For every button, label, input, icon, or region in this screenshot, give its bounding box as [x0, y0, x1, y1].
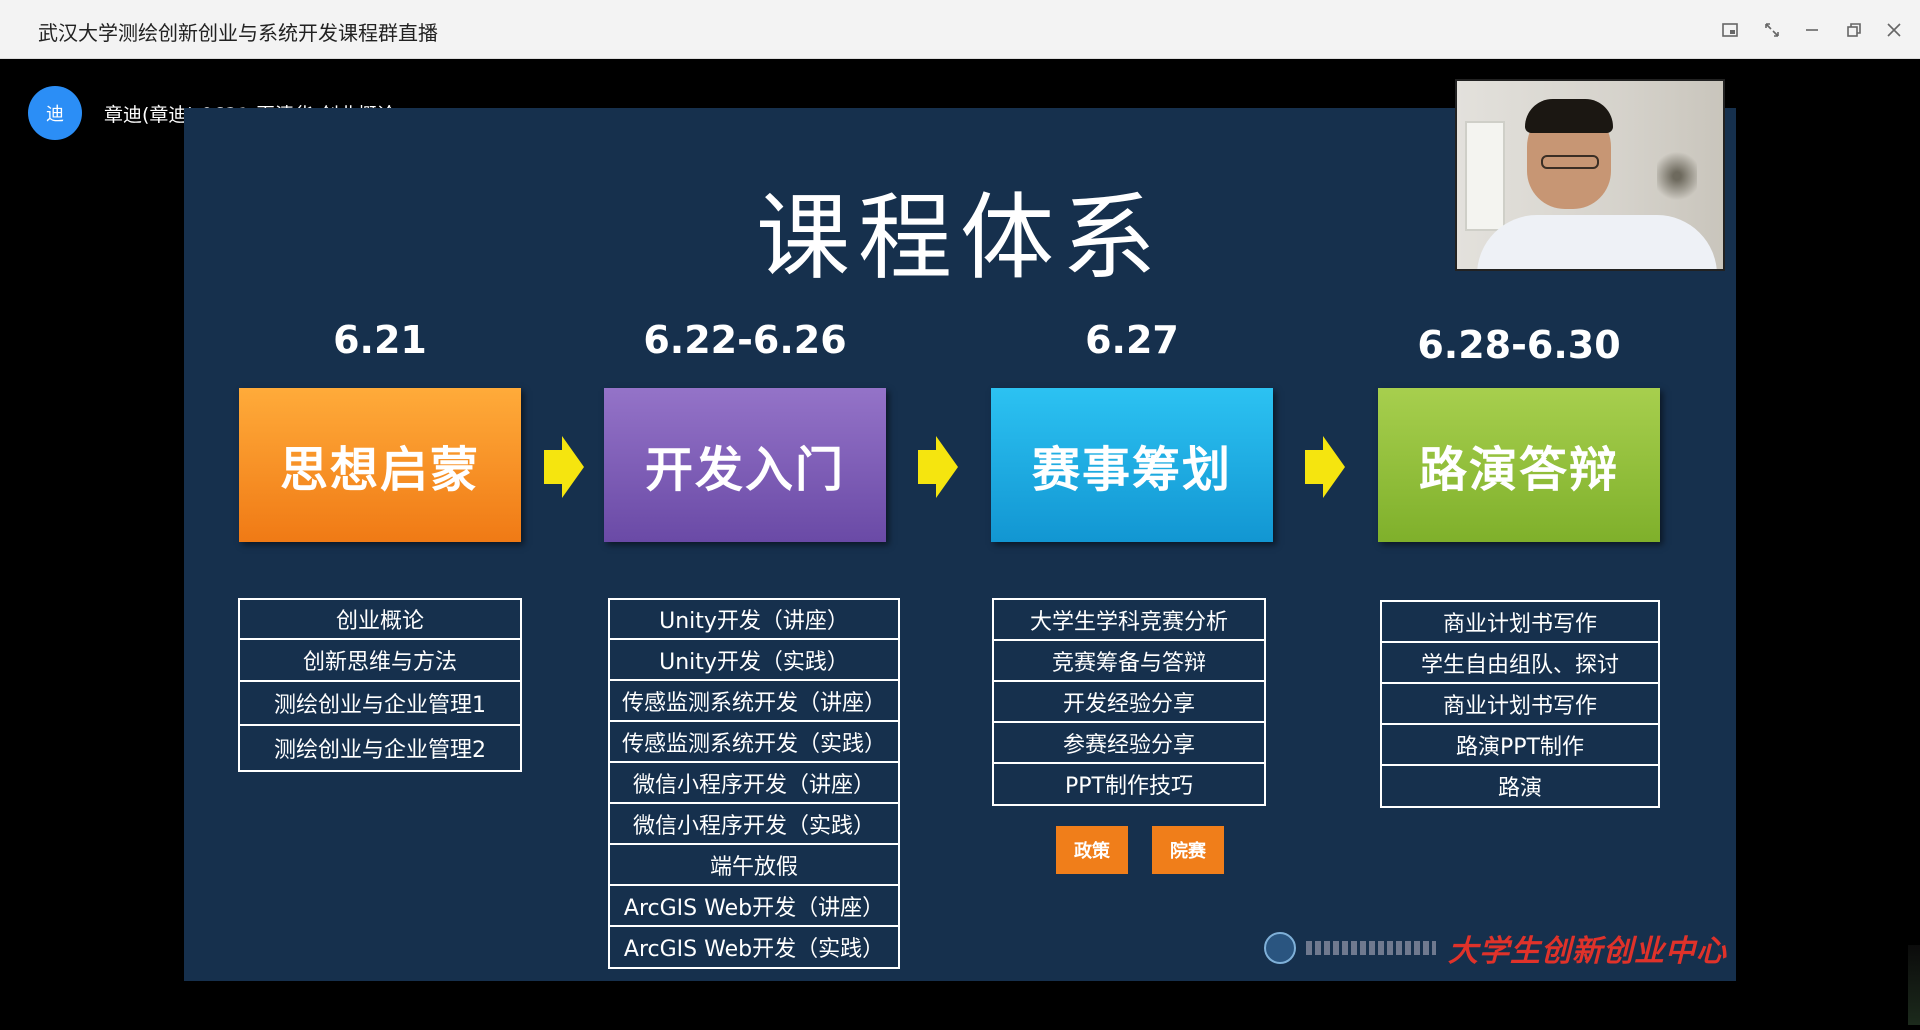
pip-icon[interactable] [1714, 14, 1746, 46]
column-date-3: 6.27 [1085, 318, 1179, 362]
expand-arrows-icon [1765, 23, 1779, 37]
list-item: 微信小程序开发（实践） [610, 804, 898, 845]
list-item: 测绘创业与企业管理2 [274, 738, 486, 763]
close-button[interactable] [1878, 14, 1910, 46]
tag-policy: 政策 [1056, 826, 1128, 874]
list-item: 竞赛筹备与答辩 [994, 641, 1264, 682]
avatar[interactable]: 迪 [28, 86, 82, 140]
presenter-webcam[interactable] [1455, 79, 1725, 271]
list-item: ArcGIS Web开发（讲座） [610, 886, 898, 927]
column-date-1: 6.21 [333, 318, 427, 362]
course-list-2: Unity开发（讲座） Unity开发（实践） 传感监测系统开发（讲座） 传感监… [608, 598, 900, 969]
university-seal-icon [1264, 932, 1296, 964]
list-item: 传感监测系统开发（讲座） [610, 681, 898, 722]
innovation-center-logo: 大学生创新创业中心 [1448, 934, 1727, 969]
presenter-hair [1525, 99, 1613, 133]
arrow-right-icon [544, 436, 584, 498]
list-item: 参赛经验分享 [994, 723, 1264, 764]
school-logo-text [1306, 941, 1436, 955]
stage-box-3: 赛事筹划 [991, 388, 1273, 542]
list-item: 商业计划书写作 [1382, 684, 1658, 725]
list-item: 创业概论 [240, 600, 520, 640]
arrow-right-icon [918, 436, 958, 498]
list-item: 微信小程序开发（讲座） [610, 763, 898, 804]
webcam-plant [1657, 141, 1697, 211]
presenter-glasses [1541, 155, 1599, 169]
minimize-button[interactable] [1796, 14, 1828, 46]
list-item: 大学生学科竞赛分析 [994, 600, 1264, 641]
list-item: PPT制作技巧 [1065, 774, 1193, 799]
pip-icon-glyph [1722, 23, 1738, 37]
webcam-window [1465, 121, 1505, 231]
arrow-right-icon [1305, 436, 1345, 498]
column-date-2: 6.22-6.26 [643, 318, 847, 362]
list-item: 商业计划书写作 [1382, 602, 1658, 643]
stage-box-1: 思想启蒙 [239, 388, 521, 542]
slide-logos: 大学生创新创业中心 [1264, 926, 1727, 970]
restore-icon [1847, 23, 1861, 37]
course-list-1: 创业概论 创新思维与方法 测绘创业与企业管理1 测绘创业与企业管理2 [238, 598, 522, 772]
course-list-4: 商业计划书写作 学生自由组队、探讨 商业计划书写作 路演PPT制作 路演 [1380, 600, 1660, 808]
window-title: 武汉大学测绘创新创业与系统开发课程群直播 [38, 21, 438, 45]
close-icon [1887, 23, 1901, 37]
tag-college-contest: 院赛 [1152, 826, 1224, 874]
list-item: Unity开发（实践） [610, 640, 898, 681]
list-item: 路演PPT制作 [1382, 725, 1658, 766]
list-item: ArcGIS Web开发（实践） [623, 937, 885, 962]
course-list-3: 大学生学科竞赛分析 竞赛筹备与答辩 开发经验分享 参赛经验分享 PPT制作技巧 [992, 598, 1266, 806]
minimize-icon [1806, 29, 1818, 31]
list-item: 传感监测系统开发（实践） [610, 722, 898, 763]
window-titlebar: 武汉大学测绘创新创业与系统开发课程群直播 [0, 0, 1920, 59]
stage-box-4: 路演答辩 [1378, 388, 1660, 542]
list-item: 开发经验分享 [994, 682, 1264, 723]
presenter-shirt [1477, 215, 1717, 269]
restore-button[interactable] [1838, 14, 1870, 46]
list-item: 端午放假 [610, 845, 898, 886]
audio-level-meter [1908, 945, 1920, 1025]
list-item: 创新思维与方法 [240, 640, 520, 682]
column-date-4: 6.28-6.30 [1417, 323, 1621, 367]
stage-box-2: 开发入门 [604, 388, 886, 542]
list-item: 测绘创业与企业管理1 [240, 682, 520, 726]
list-item: Unity开发（讲座） [610, 600, 898, 640]
fullscreen-icon[interactable] [1756, 14, 1788, 46]
list-item: 学生自由组队、探讨 [1382, 643, 1658, 684]
list-item: 路演 [1497, 776, 1542, 801]
